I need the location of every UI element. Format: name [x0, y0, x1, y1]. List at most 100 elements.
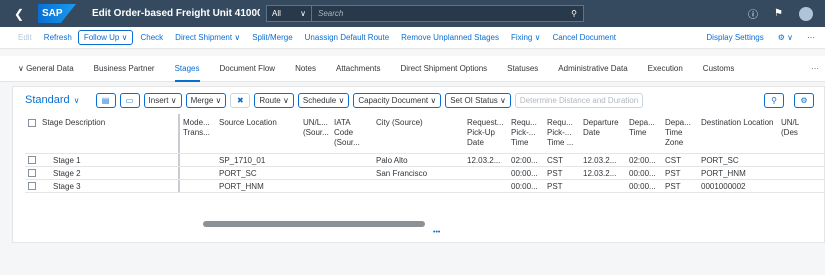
- search-input[interactable]: Search ⚲: [312, 5, 584, 22]
- tab-statuses[interactable]: Statuses: [507, 56, 538, 82]
- settings-gear-icon[interactable]: ⚙ ∨: [778, 33, 793, 42]
- cell: PORT_HNM: [701, 169, 746, 178]
- variant-select[interactable]: Standard: [25, 94, 70, 106]
- table-row[interactable]: Stage 2 PORT_SC San Francisco 00:00... P…: [25, 167, 825, 180]
- set-oi-status-label: Set OI Status: [450, 95, 498, 105]
- cell: PST: [665, 169, 681, 178]
- tab-label: General Data: [26, 63, 74, 73]
- select-all-checkbox[interactable]: [25, 114, 39, 153]
- table-header-row: Stage Description Mode... Trans... Sourc…: [25, 114, 825, 154]
- tab-execution[interactable]: Execution: [648, 56, 683, 82]
- unassign-default-route-button[interactable]: Unassign Default Route: [305, 33, 390, 42]
- col-req-pickup-tz[interactable]: Requ... Pick-... Time ...: [544, 114, 580, 153]
- follow-up-label: Follow Up: [83, 33, 120, 42]
- chevron-down-icon: ∨: [234, 33, 241, 42]
- cell: Palo Alto: [376, 156, 408, 165]
- horizontal-scrollbar[interactable]: [203, 221, 425, 227]
- avatar[interactable]: [799, 6, 813, 21]
- search-icon[interactable]: ⚲: [571, 9, 577, 18]
- tab-customs[interactable]: Customs: [703, 56, 735, 82]
- capacity-document-label: Capacity Document: [358, 95, 429, 105]
- split-merge-button[interactable]: Split/Merge: [252, 33, 292, 42]
- cell: PORT_SC: [219, 169, 257, 178]
- table-row[interactable]: Stage 3 PORT_HNM 00:00... PST 00:00... P…: [25, 180, 825, 193]
- tab-general-data[interactable]: ∨ General Data: [18, 56, 74, 82]
- col-unlocode-dest[interactable]: UN/L (Des: [778, 114, 805, 153]
- tab-document-flow[interactable]: Document Flow: [220, 56, 276, 82]
- chevron-down-icon: ∨: [534, 33, 541, 42]
- stages-table-panel: Standard ∨ ▤ ▭ Insert ∨ Merge ∨ ✖ Route …: [12, 86, 825, 243]
- delete-icon[interactable]: ✖: [230, 92, 251, 108]
- scrollbar-grip-icon[interactable]: •••: [433, 229, 440, 236]
- cell: San Francisco: [376, 169, 428, 178]
- col-city-source[interactable]: City (Source): [373, 114, 464, 153]
- col-unlocode-source[interactable]: UN/L... (Sour...: [300, 114, 331, 153]
- set-oi-status-menu-button[interactable]: Set OI Status ∨: [445, 92, 511, 108]
- chevron-down-icon: ∨: [121, 33, 128, 42]
- cell: [180, 167, 216, 179]
- table-toolbar: Standard ∨ ▤ ▭ Insert ∨ Merge ∨ ✖ Route …: [25, 91, 818, 109]
- export-icon[interactable]: ▤: [95, 92, 116, 108]
- cell: [331, 167, 373, 179]
- check-button[interactable]: Check: [140, 33, 163, 42]
- col-source-location[interactable]: Source Location: [216, 114, 300, 153]
- notifications-icon[interactable]: ⚑: [774, 8, 783, 19]
- tab-administrative-data[interactable]: Administrative Data: [558, 56, 627, 82]
- table-view-icon[interactable]: ▭: [119, 92, 140, 108]
- display-settings-button[interactable]: Display Settings: [706, 33, 763, 42]
- refresh-button[interactable]: Refresh: [44, 33, 72, 42]
- tab-stages[interactable]: Stages: [174, 56, 200, 82]
- search-scope-select[interactable]: All ∨: [266, 5, 312, 22]
- page-footer-area: [0, 243, 825, 275]
- col-departure-time[interactable]: Depa... Time: [626, 114, 662, 153]
- settings-gear-icon[interactable]: ⚙: [794, 92, 814, 108]
- page-title: Edit Order-based Freight Unit 410002...: [92, 8, 260, 19]
- col-mode-transport[interactable]: Mode... Trans...: [180, 114, 216, 153]
- search-scope-value: All: [272, 9, 281, 18]
- row-checkbox[interactable]: [25, 154, 39, 166]
- row-checkbox[interactable]: [25, 180, 39, 192]
- cell: 12.03.2...: [583, 156, 617, 165]
- chevron-down-icon: ∨: [338, 95, 345, 105]
- insert-menu-button[interactable]: Insert ∨: [143, 92, 182, 108]
- col-destination-location[interactable]: Destination Location: [698, 114, 778, 153]
- col-departure-date[interactable]: Departure Date: [580, 114, 626, 153]
- remove-unplanned-stages-button[interactable]: Remove Unplanned Stages: [401, 33, 499, 42]
- chevron-down-icon[interactable]: ∨: [74, 96, 80, 105]
- capacity-document-menu-button[interactable]: Capacity Document ∨: [353, 92, 442, 108]
- fixing-menu-button[interactable]: Fixing ∨: [511, 33, 540, 42]
- tab-attachments[interactable]: Attachments: [336, 56, 380, 82]
- help-icon[interactable]: ⓘ: [748, 6, 758, 21]
- follow-up-menu-button[interactable]: Follow Up ∨: [77, 30, 134, 45]
- schedule-menu-button[interactable]: Schedule ∨: [297, 92, 350, 108]
- chevron-down-icon: ∨: [215, 95, 222, 105]
- determine-distance-duration-button[interactable]: Determine Distance and Duration: [514, 92, 644, 108]
- cell: [778, 180, 805, 192]
- row-checkbox[interactable]: [25, 167, 39, 179]
- route-menu-button[interactable]: Route ∨: [254, 92, 294, 108]
- col-iata-source[interactable]: IATA Code (Sour...: [331, 114, 373, 153]
- merge-menu-button[interactable]: Merge ∨: [185, 92, 227, 108]
- edit-button[interactable]: Edit: [18, 33, 32, 42]
- schedule-label: Schedule: [302, 95, 337, 105]
- tab-direct-shipment-options[interactable]: Direct Shipment Options: [400, 56, 487, 82]
- back-icon[interactable]: ❮: [14, 7, 30, 21]
- col-req-pickup-time[interactable]: Requ... Pick-... Time: [508, 114, 544, 153]
- search-icon[interactable]: ⚲: [764, 92, 784, 108]
- more-icon[interactable]: ⋯: [807, 33, 815, 42]
- table-row[interactable]: Stage 1 SP_1710_01 Palo Alto 12.03.2... …: [25, 154, 825, 167]
- tab-overflow-icon[interactable]: ⋯: [811, 64, 819, 73]
- tab-business-partner[interactable]: Business Partner: [94, 56, 155, 82]
- direct-shipment-menu-button[interactable]: Direct Shipment ∨: [175, 33, 240, 42]
- col-req-pickup-date[interactable]: Request... Pick-Up Date: [464, 114, 508, 153]
- cell: PST: [547, 182, 563, 191]
- cancel-document-button[interactable]: Cancel Document: [552, 33, 616, 42]
- cell: [300, 180, 331, 192]
- col-stage-description[interactable]: Stage Description: [39, 114, 180, 153]
- cell: [778, 154, 805, 166]
- cell: [331, 180, 373, 192]
- sap-logo[interactable]: SAP: [38, 4, 76, 23]
- cell: [300, 154, 331, 166]
- col-departure-tz[interactable]: Depa... Time Zone: [662, 114, 698, 153]
- tab-notes[interactable]: Notes: [295, 56, 316, 82]
